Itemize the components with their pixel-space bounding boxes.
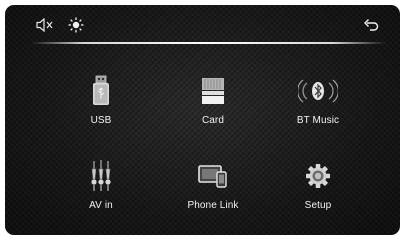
card-label: Card <box>201 115 225 126</box>
usb-tile[interactable]: USB <box>56 75 146 135</box>
head-unit-screen: USB Card BT Music AV in Phone Link Setup <box>5 5 400 235</box>
rca-cable-icon <box>91 160 111 191</box>
bluetooth-icon <box>298 79 338 103</box>
phone-link-label: Phone Link <box>187 200 239 211</box>
gear-icon <box>306 164 330 188</box>
usb-drive-icon <box>93 75 109 105</box>
bt-music-tile[interactable]: BT Music <box>273 75 363 135</box>
phone-link-icon <box>198 165 227 188</box>
setup-tile[interactable]: Setup <box>273 160 363 220</box>
usb-label: USB <box>90 115 112 126</box>
bt-music-label: BT Music <box>296 115 340 126</box>
av-in-tile[interactable]: AV in <box>56 160 146 220</box>
setup-label: Setup <box>304 200 332 211</box>
main-menu-grid: USB Card BT Music AV in Phone Link Setup <box>5 5 400 235</box>
phone-link-tile[interactable]: Phone Link <box>168 160 258 220</box>
av-in-label: AV in <box>89 200 113 211</box>
sd-card-icon <box>202 78 224 104</box>
card-tile[interactable]: Card <box>168 75 258 135</box>
